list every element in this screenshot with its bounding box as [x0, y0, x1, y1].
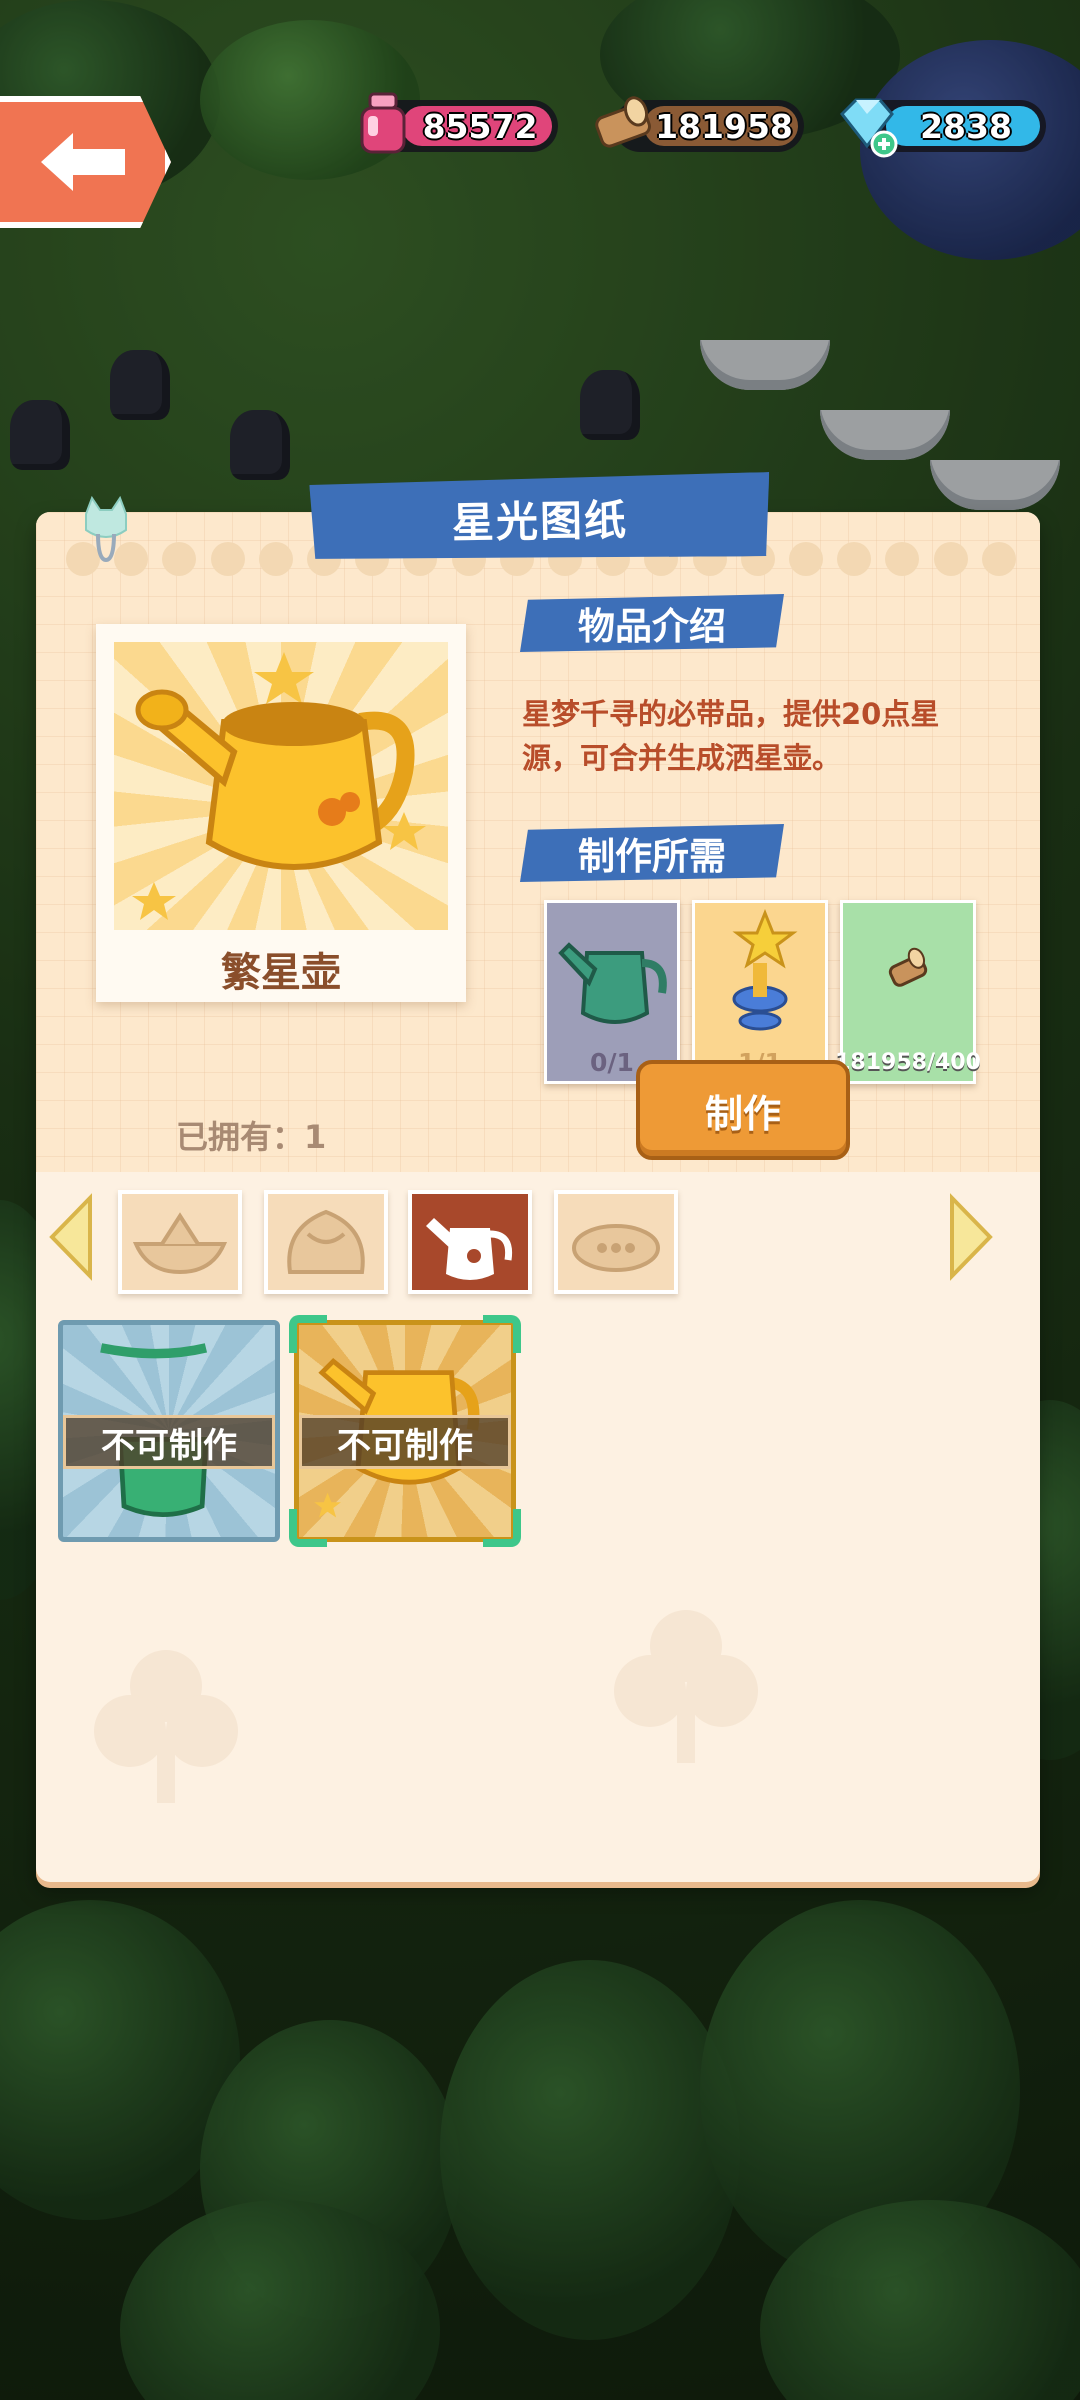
requirement-slot[interactable]: 181958/400 [835, 900, 981, 1084]
gem-value: 2838 [920, 106, 1012, 146]
cannot-craft-label: 不可制作 [63, 1415, 275, 1469]
star-trophy-icon [732, 908, 798, 1031]
ink-bottle-icon [360, 92, 406, 154]
arrow-left-icon [40, 133, 125, 191]
item-name: 繁星壶 [221, 950, 341, 996]
selection-corner [483, 1315, 521, 1353]
requirements-label: 制作所需 [578, 835, 726, 878]
club-decoration-icon [94, 1650, 238, 1803]
green-watering-can-icon [558, 942, 667, 1024]
selection-corner [483, 1509, 521, 1547]
arrow-right-icon[interactable] [946, 1192, 996, 1282]
gem-counter[interactable]: 2838 [840, 98, 1046, 158]
boat-icon [132, 1212, 228, 1275]
requirement-art [695, 903, 825, 1043]
selection-corner [289, 1315, 327, 1353]
requirement-count: 181958/400 [835, 1043, 981, 1081]
panel-title: 星光图纸 [451, 494, 629, 548]
make-button-label: 制作 [704, 1091, 781, 1136]
requirement-art [547, 903, 677, 1043]
item-description: 星梦千寻的必带品，提供20点星源，可合并生成洒星壶。 [522, 697, 940, 775]
cloud-icon [572, 1224, 660, 1272]
watering-can-icon [426, 1218, 513, 1280]
tab-cloud[interactable] [554, 1190, 678, 1294]
ink-counter[interactable]: 85572 [360, 92, 558, 154]
tab-watering-can[interactable] [408, 1190, 532, 1294]
make-button[interactable]: 制作 [636, 1060, 850, 1160]
item-preview-card: 繁星壶 [96, 624, 466, 1002]
item-intro-heading: 物品介绍 [520, 594, 784, 652]
diamond-plus-icon [840, 98, 898, 158]
cat-paper-clip-icon [85, 495, 127, 563]
requirement-slot[interactable]: 0/1 [544, 900, 680, 1084]
selection-corner [289, 1509, 327, 1547]
cannot-craft-label: 不可制作 [299, 1415, 511, 1469]
tab-boat[interactable] [118, 1190, 242, 1294]
golden-watering-can-icon [132, 652, 426, 920]
panel-title-banner: 星光图纸 [309, 472, 770, 564]
back-button[interactable] [0, 96, 171, 228]
item-art [114, 642, 448, 930]
item-slot-green-can[interactable]: 不可制作 [58, 1320, 280, 1542]
tab-rock[interactable] [264, 1190, 388, 1294]
requirement-slot[interactable]: 1/1 [692, 900, 828, 1084]
requirement-art [843, 903, 973, 1043]
rock-icon [287, 1209, 365, 1274]
requirements-heading: 制作所需 [520, 824, 784, 882]
item-slot-golden-can[interactable]: 不可制作 [289, 1315, 521, 1547]
wood-value: 181958 [655, 106, 793, 146]
blueprint-panel: 星光图纸 繁星壶 物品介绍 星梦千寻的必带品，提供20点星源，可合并生成洒星壶。… [36, 512, 1040, 1882]
arrow-left-icon[interactable] [46, 1192, 96, 1282]
club-decoration-icon [614, 1610, 758, 1763]
ink-value: 85572 [422, 106, 538, 146]
wood-log-icon [595, 96, 651, 148]
wood-log-icon [888, 947, 928, 987]
wood-counter[interactable]: 181958 [595, 96, 804, 152]
owned-count: 已拥有：1 [176, 1118, 327, 1156]
item-intro-label: 物品介绍 [578, 605, 726, 648]
